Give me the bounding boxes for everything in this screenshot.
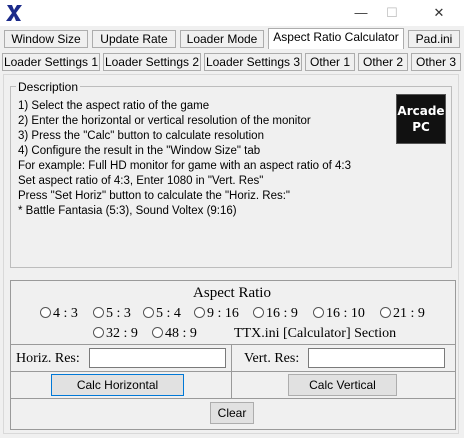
tab-other-2[interactable]: Other 2 [358,53,408,71]
radio-circle-icon[interactable] [143,307,154,318]
vert-res-input[interactable] [308,348,445,368]
radio-circle-icon[interactable] [313,307,324,318]
tab-loader-settings-1[interactable]: Loader Settings 1 [2,53,100,71]
radio-16-10[interactable]: 16 : 10 [313,306,365,322]
vert-res-label: Vert. Res: [244,351,300,366]
radio-circle-icon[interactable] [93,307,104,318]
radio-label: 16 : 10 [326,306,365,321]
radio-label: 32 : 9 [106,326,138,341]
description-line: * Battle Fantasia (5:3), Sound Voltex (9… [18,205,237,217]
description-legend: Description [16,80,81,94]
radio-circle-icon[interactable] [93,327,104,338]
tab-pad-ini[interactable]: Pad.ini [408,30,460,48]
description-line: 4) Configure the result in the "Window S… [18,145,261,157]
tab-aspect-ratio-calculator[interactable]: Aspect Ratio Calculator [268,28,404,49]
maximize-button[interactable]: ☐ [377,0,407,26]
divider [10,371,456,372]
radio-label: 5 : 4 [156,306,181,321]
radio-label: 48 : 9 [165,326,197,341]
description-line: 3) Press the "Calc" button to calculate … [18,130,264,142]
radio-label: 21 : 9 [393,306,425,321]
description-line: Set aspect ratio of 4:3, Enter 1080 in "… [18,175,264,187]
radio-32-9[interactable]: 32 : 9 [93,326,138,342]
radio-circle-icon[interactable] [152,327,163,338]
tab-other-3[interactable]: Other 3 [411,53,461,71]
radio-label: 9 : 16 [207,306,239,321]
calc-horizontal-button[interactable]: Calc Horizontal [51,374,184,396]
calc-vertical-button[interactable]: Calc Vertical [288,374,397,396]
radio-48-9[interactable]: 48 : 9 [152,326,197,342]
radio-circle-icon[interactable] [380,307,391,318]
tab-loader-settings-3[interactable]: Loader Settings 3 [204,53,302,71]
description-line: 1) Select the aspect ratio of the game [18,100,210,112]
description-line: Press "Set Horiz" button to calculate th… [18,190,290,202]
horiz-res-label: Horiz. Res: [16,351,80,366]
logo-text-line1: Arcade [397,104,445,118]
tab-loader-settings-2[interactable]: Loader Settings 2 [103,53,201,71]
clear-button[interactable]: Clear [210,402,254,424]
radio-label: 16 : 9 [266,306,298,321]
title-bar: — ☐ ✕ [0,0,464,26]
logo-text-line2: PC [412,120,430,134]
radio-circle-icon[interactable] [40,307,51,318]
radio-circle-icon[interactable] [253,307,264,318]
tab-update-rate[interactable]: Update Rate [92,30,176,48]
radio-circle-icon[interactable] [194,307,205,318]
divider [10,398,456,399]
radio-label: 4 : 3 [53,306,78,321]
section-label: TTX.ini [Calculator] Section [234,326,397,341]
aspect-ratio-title: Aspect Ratio [193,285,271,301]
tab-window-size[interactable]: Window Size [4,30,88,48]
minimize-button[interactable]: — [346,0,376,26]
description-line: For example: Full HD monitor for game wi… [18,160,352,172]
radio-21-9[interactable]: 21 : 9 [380,306,425,322]
tab-row-bottom: Loader Settings 1 Loader Settings 2 Load… [0,51,464,73]
horiz-res-input[interactable] [89,348,226,368]
radio-16-9[interactable]: 16 : 9 [253,306,298,322]
app-x-icon [6,5,22,21]
tab-row-top: Window Size Update Rate Loader Mode Aspe… [0,28,464,50]
description-line: 2) Enter the horizontal or vertical reso… [18,115,311,127]
tab-loader-mode[interactable]: Loader Mode [180,30,264,48]
divider [10,344,456,345]
radio-4-3[interactable]: 4 : 3 [40,306,78,322]
tab-other-1[interactable]: Other 1 [305,53,355,71]
radio-label: 5 : 3 [106,306,131,321]
divider [231,344,232,398]
arcade-pc-logo: Arcade PC [396,94,446,144]
radio-5-3[interactable]: 5 : 3 [93,306,131,322]
close-button[interactable]: ✕ [424,0,454,26]
radio-9-16[interactable]: 9 : 16 [194,306,239,322]
radio-5-4[interactable]: 5 : 4 [143,306,181,322]
